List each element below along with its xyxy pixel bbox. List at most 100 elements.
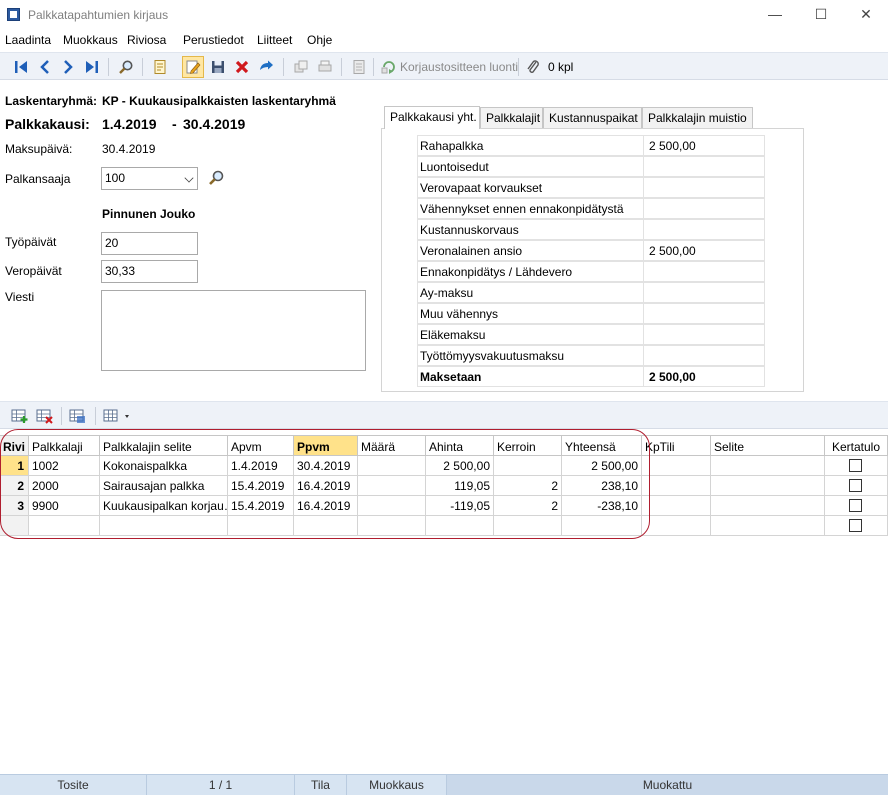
menu-riviosa[interactable]: Riviosa [127, 33, 166, 47]
kertatulo-checkbox[interactable] [849, 519, 862, 532]
row-number[interactable]: 1 [0, 456, 29, 476]
minimize-button[interactable]: — [752, 0, 798, 30]
menu-laadinta[interactable]: Laadinta [5, 33, 51, 47]
table-cell-ahinta[interactable]: 2 500,00 [426, 456, 494, 476]
table-cell-yhteensa[interactable]: 2 500,00 [562, 456, 642, 476]
table-cell-apvm[interactable]: 15.4.2019 [228, 496, 294, 516]
table-cell-kptili[interactable] [642, 456, 711, 476]
table-cell-maara[interactable] [358, 476, 426, 496]
table-cell-kerroin[interactable]: 2 [494, 496, 562, 516]
first-record-icon[interactable] [10, 56, 32, 78]
column-header-kerroin[interactable]: Kerroin [494, 435, 562, 456]
tab-palkkakausi[interactable]: Palkkakausi yht. [384, 106, 480, 129]
chevron-down-icon [184, 173, 194, 183]
table-cell-selite2[interactable] [711, 456, 825, 476]
kertatulo-checkbox[interactable] [849, 459, 862, 472]
tab-palkkalajit[interactable]: Palkkalajit [480, 107, 543, 129]
new-row-cell[interactable] [294, 516, 358, 536]
column-header-kptili[interactable]: KpTili [642, 435, 711, 456]
undo-icon[interactable] [255, 56, 277, 78]
grid-layout-dropdown[interactable] [101, 405, 137, 427]
copy-disabled-icon[interactable] [290, 56, 312, 78]
table-cell-ppvm[interactable]: 16.4.2019 [294, 476, 358, 496]
last-record-icon[interactable] [81, 56, 103, 78]
correction-voucher-icon[interactable] [378, 56, 400, 78]
column-header-ahinta[interactable]: Ahinta [426, 435, 494, 456]
tab-kustannuspaikat[interactable]: Kustannuspaikat [543, 107, 642, 129]
attachment-icon[interactable] [522, 56, 544, 78]
menu-liitteet[interactable]: Liitteet [257, 33, 292, 47]
delete-icon[interactable] [231, 56, 253, 78]
grid-copy-icon[interactable] [67, 405, 89, 427]
table-cell-selite2[interactable] [711, 496, 825, 516]
new-row-cell[interactable] [426, 516, 494, 536]
table-cell-selite[interactable]: Sairausajan palkka [100, 476, 228, 496]
column-header-maara[interactable]: Määrä [358, 435, 426, 456]
table-cell-maara[interactable] [358, 496, 426, 516]
table-cell-kptili[interactable] [642, 476, 711, 496]
column-header-kertatulo[interactable]: Kertatulo [825, 435, 888, 456]
search-icon[interactable] [115, 56, 137, 78]
table-cell-ahinta[interactable]: -119,05 [426, 496, 494, 516]
table-cell-apvm[interactable]: 1.4.2019 [228, 456, 294, 476]
new-row-cell[interactable] [562, 516, 642, 536]
calculator-disabled-icon[interactable] [348, 56, 370, 78]
menu-perustiedot[interactable]: Perustiedot [183, 33, 244, 47]
table-cell-ppvm[interactable]: 30.4.2019 [294, 456, 358, 476]
next-record-icon[interactable] [57, 56, 79, 78]
table-cell-kerroin[interactable] [494, 456, 562, 476]
table-cell-palkkalaji[interactable]: 2000 [29, 476, 100, 496]
column-header-selite2[interactable]: Selite [711, 435, 825, 456]
employee-select[interactable]: 100 [101, 167, 198, 190]
table-cell-yhteensa[interactable]: -238,10 [562, 496, 642, 516]
table-cell-selite[interactable]: Kuukausipalkan korjau… [100, 496, 228, 516]
row-number[interactable]: 2 [0, 476, 29, 496]
table-cell-selite[interactable]: Kokonaispalkka [100, 456, 228, 476]
save-icon[interactable] [207, 56, 229, 78]
edit-document-icon[interactable] [182, 56, 204, 78]
add-row-icon[interactable] [9, 405, 31, 427]
table-cell-yhteensa[interactable]: 238,10 [562, 476, 642, 496]
workdays-field[interactable]: 20 [101, 232, 198, 255]
table-cell-selite2[interactable] [711, 476, 825, 496]
new-row-cell[interactable] [228, 516, 294, 536]
column-header-apvm[interactable]: Apvm [228, 435, 294, 456]
print-disabled-icon[interactable] [314, 56, 336, 78]
new-row-cell[interactable] [494, 516, 562, 536]
column-header-palkkalaji[interactable]: Palkkalaji [29, 435, 100, 456]
delete-row-icon[interactable] [34, 405, 56, 427]
kertatulo-checkbox[interactable] [849, 499, 862, 512]
new-row-cell[interactable] [642, 516, 711, 536]
new-row-cell[interactable] [711, 516, 825, 536]
table-cell-apvm[interactable]: 15.4.2019 [228, 476, 294, 496]
column-header-yhteensa[interactable]: Yhteensä [562, 435, 642, 456]
menu-ohje[interactable]: Ohje [307, 33, 332, 47]
column-header-rivi[interactable]: Rivi [0, 435, 29, 456]
table-cell-kerroin[interactable]: 2 [494, 476, 562, 496]
table-cell-ppvm[interactable]: 16.4.2019 [294, 496, 358, 516]
menu-muokkaus[interactable]: Muokkaus [63, 33, 118, 47]
new-row-cell[interactable] [29, 516, 100, 536]
table-cell-kptili[interactable] [642, 496, 711, 516]
column-header-ppvm[interactable]: Ppvm [294, 435, 358, 456]
employee-search-icon[interactable] [205, 167, 227, 189]
table-cell-maara[interactable] [358, 456, 426, 476]
message-field[interactable] [101, 290, 366, 371]
correction-voucher-button[interactable]: Korjaustositteen luonti [400, 60, 518, 74]
table-cell-palkkalaji[interactable]: 9900 [29, 496, 100, 516]
close-window-button[interactable]: ✕ [843, 0, 888, 30]
column-header-selite[interactable]: Palkkalajin selite [100, 435, 228, 456]
taxdays-field[interactable]: 30,33 [101, 260, 198, 283]
table-cell-palkkalaji[interactable]: 1002 [29, 456, 100, 476]
table-cell-ahinta[interactable]: 119,05 [426, 476, 494, 496]
kertatulo-checkbox[interactable] [849, 479, 862, 492]
new-row-cell[interactable] [358, 516, 426, 536]
previous-record-icon[interactable] [34, 56, 56, 78]
new-row-number[interactable] [0, 516, 29, 536]
new-row-cell[interactable] [100, 516, 228, 536]
maximize-button[interactable]: ☐ [798, 0, 844, 30]
new-document-icon[interactable] [149, 56, 171, 78]
period-label: Palkkakausi: [5, 116, 90, 132]
tab-palkkalajin-muistio[interactable]: Palkkalajin muistio [642, 107, 753, 129]
row-number[interactable]: 3 [0, 496, 29, 516]
